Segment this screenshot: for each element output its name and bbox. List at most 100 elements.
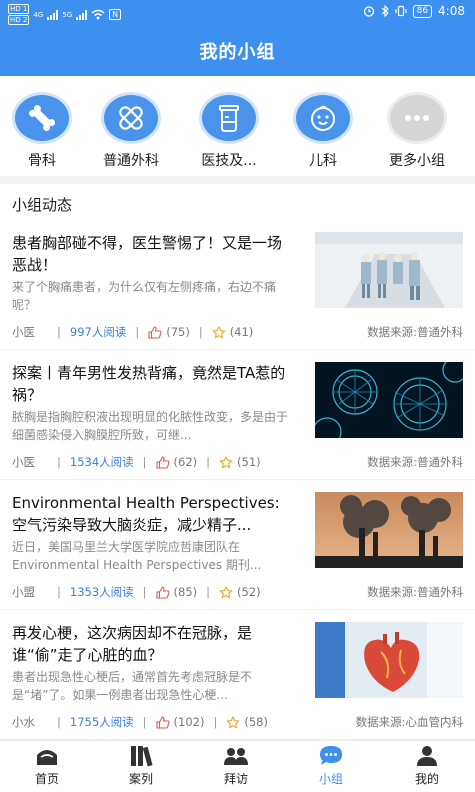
favorite-button[interactable]: (51)	[219, 455, 261, 469]
post-thumbnail[interactable]	[315, 232, 463, 308]
hd2-badge: HD 2	[8, 15, 30, 25]
read-count: 1755人阅读	[69, 715, 134, 729]
tab-label: 我的	[414, 772, 439, 786]
alarm-icon	[363, 6, 374, 17]
post-thumbnail[interactable]	[315, 492, 463, 568]
bluetooth-icon	[381, 5, 389, 17]
like-button[interactable]: (102)	[155, 715, 205, 729]
thumbs-up-icon	[155, 455, 169, 469]
post-title[interactable]: 再发心梗，这次病因却不在冠脉，是谁“偷”走了心脏的血？	[12, 622, 295, 666]
group-label: 儿科	[309, 153, 337, 169]
read-count: 1534人阅读	[69, 455, 134, 469]
like-count: (102)	[173, 715, 205, 729]
post-card[interactable]: 再发心梗，这次病因却不在冠脉，是谁“偷”走了心脏的血？ 患者出现急性心梗后，通常…	[0, 610, 475, 740]
post-thumbnail[interactable]	[315, 622, 463, 698]
post-meta: 小水 | 1755人阅读 | (102) | (58) 数据来源:心血管内科	[12, 715, 463, 729]
post-card[interactable]: 患者胸部碰不得，医生警惕了！又是一场恶战！ 来了个胸痛患者，为什么仅有左侧疼痛，…	[0, 220, 475, 350]
signal-icon-2	[76, 9, 88, 20]
home-icon	[37, 750, 57, 765]
favorite-button[interactable]: (41)	[211, 325, 254, 339]
group-pediatrics[interactable]: 儿科	[278, 92, 368, 170]
post-author: 小医	[12, 455, 35, 469]
person-icon	[417, 746, 437, 766]
post-desc: 患者出现急性心梗后，通常首先考虑冠脉是不是“堵”了。如果一例患者出现急性心梗..…	[12, 670, 253, 702]
star-icon	[219, 455, 233, 469]
star-icon	[226, 715, 241, 729]
group-more[interactable]: 更多小组	[372, 92, 462, 170]
tab-home[interactable]: 首页	[17, 745, 77, 787]
group-medical-tech[interactable]: 医技及...	[184, 92, 274, 170]
post-author: 小医	[12, 325, 35, 339]
bandage-icon	[101, 92, 161, 144]
like-count: (75)	[166, 325, 190, 339]
post-feed: 患者胸部碰不得，医生警惕了！又是一场恶战！ 来了个胸痛患者，为什么仅有左侧疼痛，…	[0, 220, 475, 740]
network-4g-label: 4G	[33, 10, 44, 19]
tab-cases[interactable]: 案列	[111, 745, 171, 787]
tab-groups[interactable]: 小组	[301, 745, 361, 787]
favorite-count: (52)	[237, 585, 261, 599]
post-title[interactable]: 患者胸部碰不得，医生警惕了！又是一场恶战！	[12, 232, 295, 276]
favorite-count: (41)	[229, 325, 254, 339]
like-button[interactable]: (75)	[148, 325, 190, 339]
clock: 4:08	[438, 4, 465, 18]
chat-bubble-icon	[320, 746, 342, 765]
wifi-icon	[91, 9, 105, 20]
books-icon	[131, 746, 153, 767]
status-bar: HD 1 HD 2 4G 5G N 86 4:08	[0, 0, 475, 26]
more-dots-icon	[387, 92, 447, 144]
like-button[interactable]: (62)	[155, 455, 197, 469]
tab-label: 首页	[34, 772, 59, 786]
hd1-badge: HD 1	[8, 4, 30, 14]
star-icon	[211, 325, 226, 339]
group-orthopedics[interactable]: 骨科	[0, 92, 87, 170]
people-icon	[224, 748, 248, 765]
post-title[interactable]: Environmental Health Perspectives: 空气污染导…	[12, 492, 295, 536]
tab-label: 拜访	[223, 772, 248, 786]
like-count: (85)	[173, 585, 198, 599]
section-title: 小组动态	[12, 196, 73, 214]
thumbs-up-icon	[148, 325, 162, 339]
vibrate-icon	[394, 5, 407, 17]
favorite-button[interactable]: (58)	[226, 715, 268, 729]
post-card[interactable]: 探案丨青年男性发热背痛，竟然是TA惹的祸？ 脓胸是指胸腔积液出现明显的化脓性改变…	[0, 350, 475, 480]
favorite-button[interactable]: (52)	[219, 585, 261, 599]
post-meta: 小盟 | 1353人阅读 | (85) | (52) 数据来源:普通外科	[12, 585, 463, 599]
nfc-icon: N	[109, 9, 122, 20]
baby-icon	[293, 92, 353, 144]
post-meta: 小医 | 997人阅读 | (75) | (41) 数据来源:普通外科	[12, 325, 463, 339]
tab-profile[interactable]: 我的	[397, 745, 457, 787]
signal-icon	[47, 9, 59, 20]
read-count: 1353人阅读	[69, 585, 134, 599]
like-button[interactable]: (85)	[155, 585, 198, 599]
group-label: 更多小组	[389, 153, 445, 169]
group-label: 骨科	[28, 153, 56, 169]
post-author: 小水	[12, 715, 35, 729]
post-source: 数据来源:普通外科	[367, 585, 463, 599]
post-desc: 近日，美国马里兰大学医学院应哲康团队在Environmental Health …	[12, 540, 262, 572]
favorite-count: (51)	[237, 455, 261, 469]
post-desc: 来了个胸痛患者，为什么仅有左侧疼痛，右边不痛呢？	[12, 280, 277, 312]
group-general-surgery[interactable]: 普通外科	[86, 92, 176, 170]
post-author: 小盟	[12, 585, 35, 599]
thumbs-up-icon	[155, 585, 169, 599]
post-card[interactable]: Environmental Health Perspectives: 空气污染导…	[0, 480, 475, 610]
post-source: 数据来源:心血管内科	[355, 715, 463, 729]
network-5g-label: 5G	[62, 10, 73, 19]
tab-visits[interactable]: 拜访	[206, 745, 266, 787]
battery-indicator: 86	[412, 4, 433, 18]
group-shortcuts: 骨科 普通外科 医技及... 儿科 更多小组	[0, 76, 475, 176]
tab-label: 小组	[318, 772, 343, 786]
bone-icon	[12, 92, 72, 144]
post-title[interactable]: 探案丨青年男性发热背痛，竟然是TA惹的祸？	[12, 362, 295, 406]
post-thumbnail[interactable]	[315, 362, 463, 438]
favorite-count: (58)	[244, 715, 268, 729]
post-meta: 小医 | 1534人阅读 | (62) | (51) 数据来源:普通外科	[12, 455, 463, 469]
group-label: 普通外科	[103, 153, 159, 169]
thumbs-up-icon	[155, 715, 169, 729]
page-title: 我的小组	[199, 42, 276, 63]
post-source: 数据来源:普通外科	[367, 325, 463, 339]
post-desc: 脓胸是指胸腔积液出现明显的化脓性改变，多是由于细菌感染侵入胸膜腔所致，可继...	[12, 410, 289, 442]
read-count: 997人阅读	[69, 325, 127, 339]
star-icon	[219, 585, 233, 599]
group-label: 医技及...	[201, 153, 257, 169]
